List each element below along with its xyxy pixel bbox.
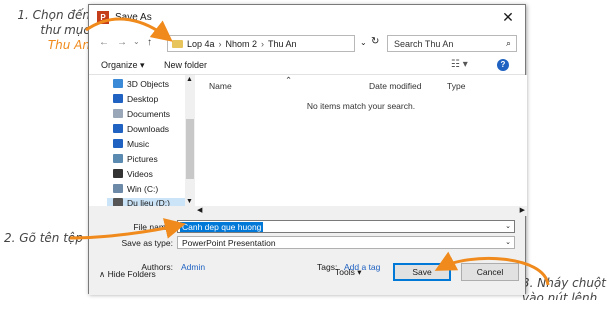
annotation-arrows (69, 17, 550, 286)
arrow-to-file-name (69, 218, 186, 240)
arrow-to-address-bar (85, 17, 173, 42)
arrow-to-save-button (434, 251, 550, 286)
